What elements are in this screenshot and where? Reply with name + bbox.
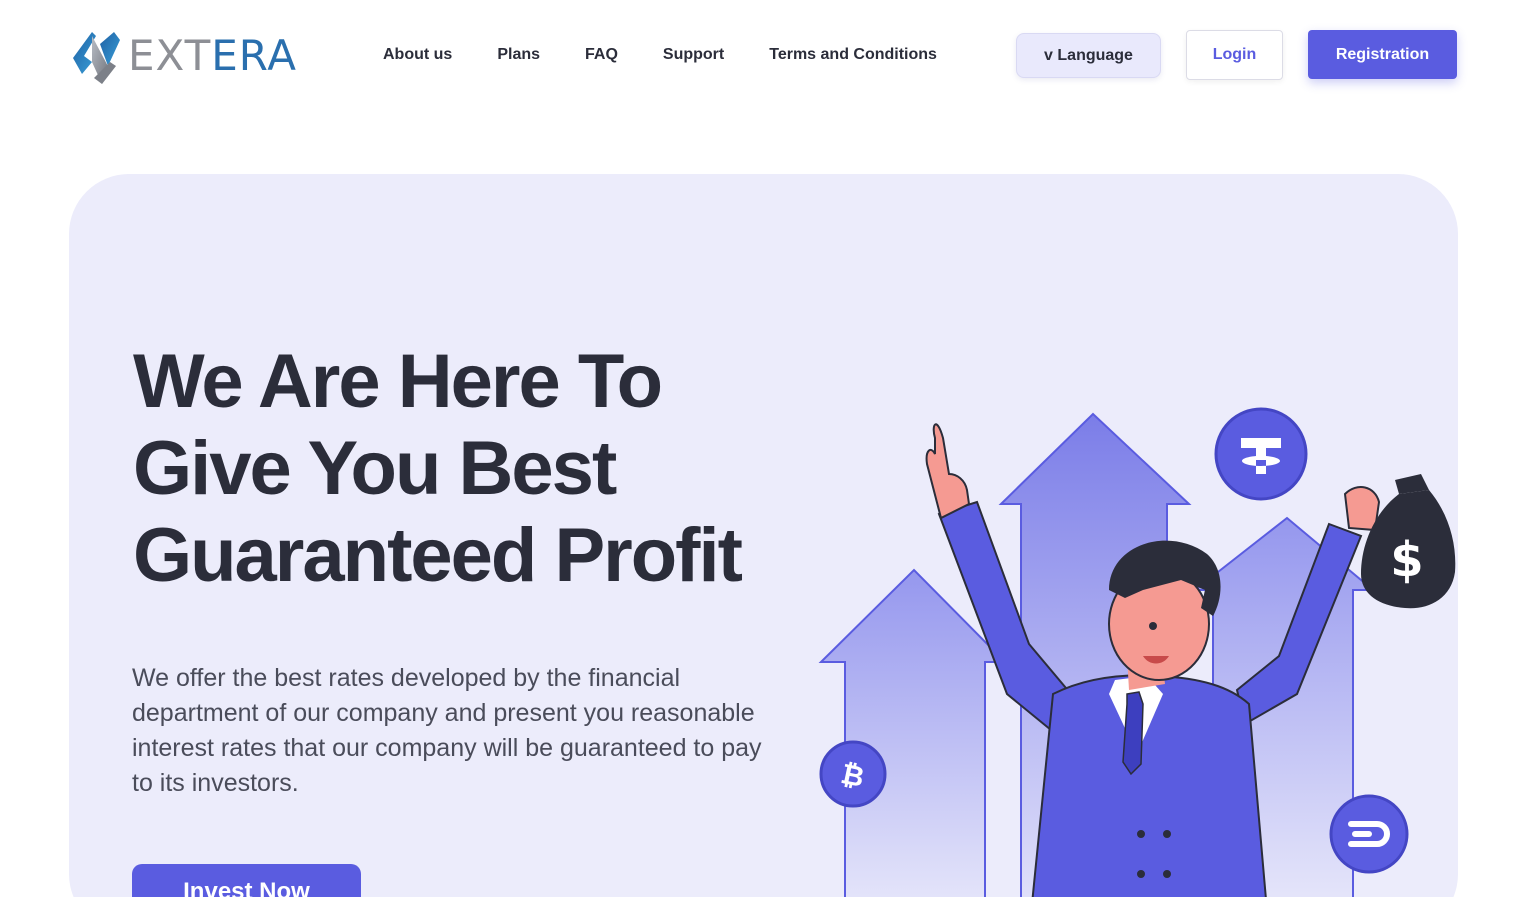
money-bag-symbol: $	[1390, 532, 1423, 588]
registration-button[interactable]: Registration	[1308, 30, 1457, 79]
logo-text-gray: EXT	[128, 31, 212, 80]
login-button[interactable]: Login	[1186, 30, 1283, 80]
brand-logo[interactable]: EXTERA	[70, 26, 297, 86]
dash-icon	[1329, 794, 1409, 874]
hero-section: We Are Here To Give You Best Guaranteed …	[69, 174, 1458, 897]
nav-faq[interactable]: FAQ	[585, 44, 618, 66]
hero-title-line: Give You Best	[133, 426, 617, 511]
language-dropdown[interactable]: v Language	[1016, 33, 1161, 78]
bitcoin-icon: ₿	[819, 740, 887, 808]
tether-icon	[1214, 407, 1308, 501]
nav-plans[interactable]: Plans	[497, 44, 540, 66]
invest-now-button[interactable]: Invest Now	[132, 864, 361, 897]
hero-title: We Are Here To Give You Best Guaranteed …	[133, 338, 853, 599]
site-header: EXTERA About us Plans FAQ Support Terms …	[0, 0, 1519, 110]
hero-description: We offer the best rates developed by the…	[132, 661, 812, 801]
hero-description-line: department of our company and present yo…	[132, 699, 755, 727]
nav-about-us[interactable]: About us	[383, 44, 452, 66]
hero-illustration: ₿ $	[818, 407, 1456, 897]
hero-description-line: to its investors.	[132, 769, 299, 797]
nav-terms[interactable]: Terms and Conditions	[769, 44, 937, 66]
logo-mark-icon	[73, 32, 120, 84]
logo-wordmark: EXTERA	[128, 26, 297, 86]
hero-title-line: Guaranteed Profit	[133, 513, 743, 598]
hero-description-line: We offer the best rates developed by the…	[132, 664, 681, 692]
nav-support[interactable]: Support	[663, 44, 724, 66]
logo-text-blue: ERA	[211, 31, 297, 80]
hero-title-line: We Are Here To	[133, 339, 663, 424]
main-nav: About us Plans FAQ Support Terms and Con…	[383, 44, 937, 66]
hero-description-line: interest rates that our company will be …	[132, 734, 762, 762]
